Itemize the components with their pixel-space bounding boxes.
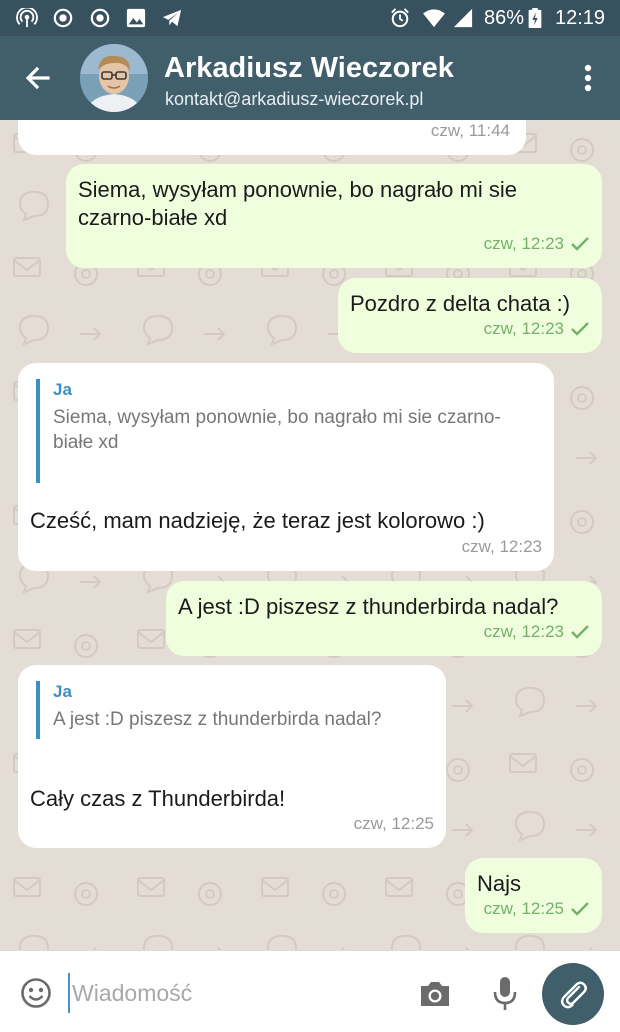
emoji-icon[interactable] (20, 977, 52, 1009)
message-time: czw, 12:23 (461, 537, 542, 556)
clock: 12:19 (555, 7, 606, 29)
quote-text: Siema, wysyłam ponownie, bo nagrało mi s… (53, 407, 501, 453)
paperclip-icon (560, 981, 587, 1009)
wifi-icon (423, 9, 445, 28)
attach-button[interactable] (542, 963, 604, 1025)
quoted-message[interactable]: Ja A jest :D piszesz z thunderbirda nada… (36, 681, 426, 739)
message-time: czw, 12:23 (483, 234, 564, 253)
message-bubble-incoming[interactable]: Ja Siema, wysyłam ponownie, bo nagrało m… (18, 363, 554, 571)
message-meta: czw, 12:23 (484, 230, 590, 258)
chat-title[interactable]: Arkadiusz Wieczorek (164, 52, 454, 85)
overflow-menu-icon[interactable] (574, 60, 602, 96)
record-icon (90, 8, 110, 28)
message-meta: czw, 12:23 (484, 315, 590, 343)
message-bubble-incoming[interactable]: Ja A jest :D piszesz z thunderbirda nada… (18, 665, 446, 848)
message-time: czw, 12:23 (483, 319, 564, 338)
message-time: czw, 12:25 (353, 814, 434, 833)
message-text: Siema, wysyłam ponownie, bo nagrało mi s… (78, 177, 517, 230)
message-time: czw, 12:25 (483, 899, 564, 918)
telegram-icon (162, 9, 182, 27)
back-arrow-icon[interactable] (18, 58, 58, 98)
message-text: Cześć, mam nadzieję, że teraz jest kolor… (30, 508, 485, 533)
message-text: Cały czas z Thunderbirda! (30, 786, 286, 811)
message-bubble-outgoing[interactable]: A jest :D piszesz z thunderbirda nadal? … (166, 581, 602, 656)
message-text: Najs (477, 871, 522, 896)
record-icon (53, 8, 73, 28)
quote-author: Ja (53, 682, 72, 701)
message-input[interactable] (68, 973, 398, 1013)
wifi-hotspot-icon (16, 8, 38, 28)
chat-subtitle: kontakt@arkadiusz-wieczorek.pl (165, 89, 424, 109)
toolbar: Arkadiusz Wieczorek kontakt@arkadiusz-wi… (0, 36, 620, 120)
message-list[interactable]: czw, 11:44 Siema, wysyłam ponownie, bo n… (0, 120, 620, 950)
message-bubble-outgoing[interactable]: Najs czw, 12:25 (465, 858, 602, 933)
signal-icon (453, 8, 473, 28)
message-meta: czw, 12:23 (484, 618, 590, 646)
message-meta: czw, 12:25 (484, 895, 590, 923)
message-bubble-incoming[interactable]: czw, 11:44 (18, 120, 526, 155)
check-icon (571, 322, 589, 336)
composer-bar (0, 950, 620, 1032)
battery-percent: 86% (484, 7, 525, 29)
check-icon (571, 237, 589, 251)
quote-text: A jest :D piszesz z thunderbirda nadal? (53, 709, 382, 730)
check-icon (571, 625, 589, 639)
message-time: czw, 11:44 (430, 121, 510, 140)
quoted-message[interactable]: Ja Siema, wysyłam ponownie, bo nagrało m… (36, 379, 526, 483)
image-icon (126, 8, 146, 28)
status-bar: 86% 12:19 (0, 0, 620, 36)
battery-icon (528, 8, 542, 28)
message-bubble-outgoing[interactable]: Siema, wysyłam ponownie, bo nagrało mi s… (66, 164, 602, 268)
camera-icon[interactable] (418, 979, 452, 1009)
avatar[interactable] (80, 44, 148, 112)
avatar-image (80, 44, 148, 112)
quote-author: Ja (53, 380, 72, 399)
message-bubble-outgoing[interactable]: Pozdro z delta chata :) czw, 12:23 (338, 278, 602, 353)
check-icon (571, 902, 589, 916)
message-text: A jest :D piszesz z thunderbirda nadal? (178, 594, 559, 619)
message-text: Pozdro z delta chata :) (350, 291, 571, 316)
message-time: czw, 12:23 (483, 622, 564, 641)
microphone-icon[interactable] (492, 975, 518, 1011)
alarm-icon (391, 8, 409, 28)
